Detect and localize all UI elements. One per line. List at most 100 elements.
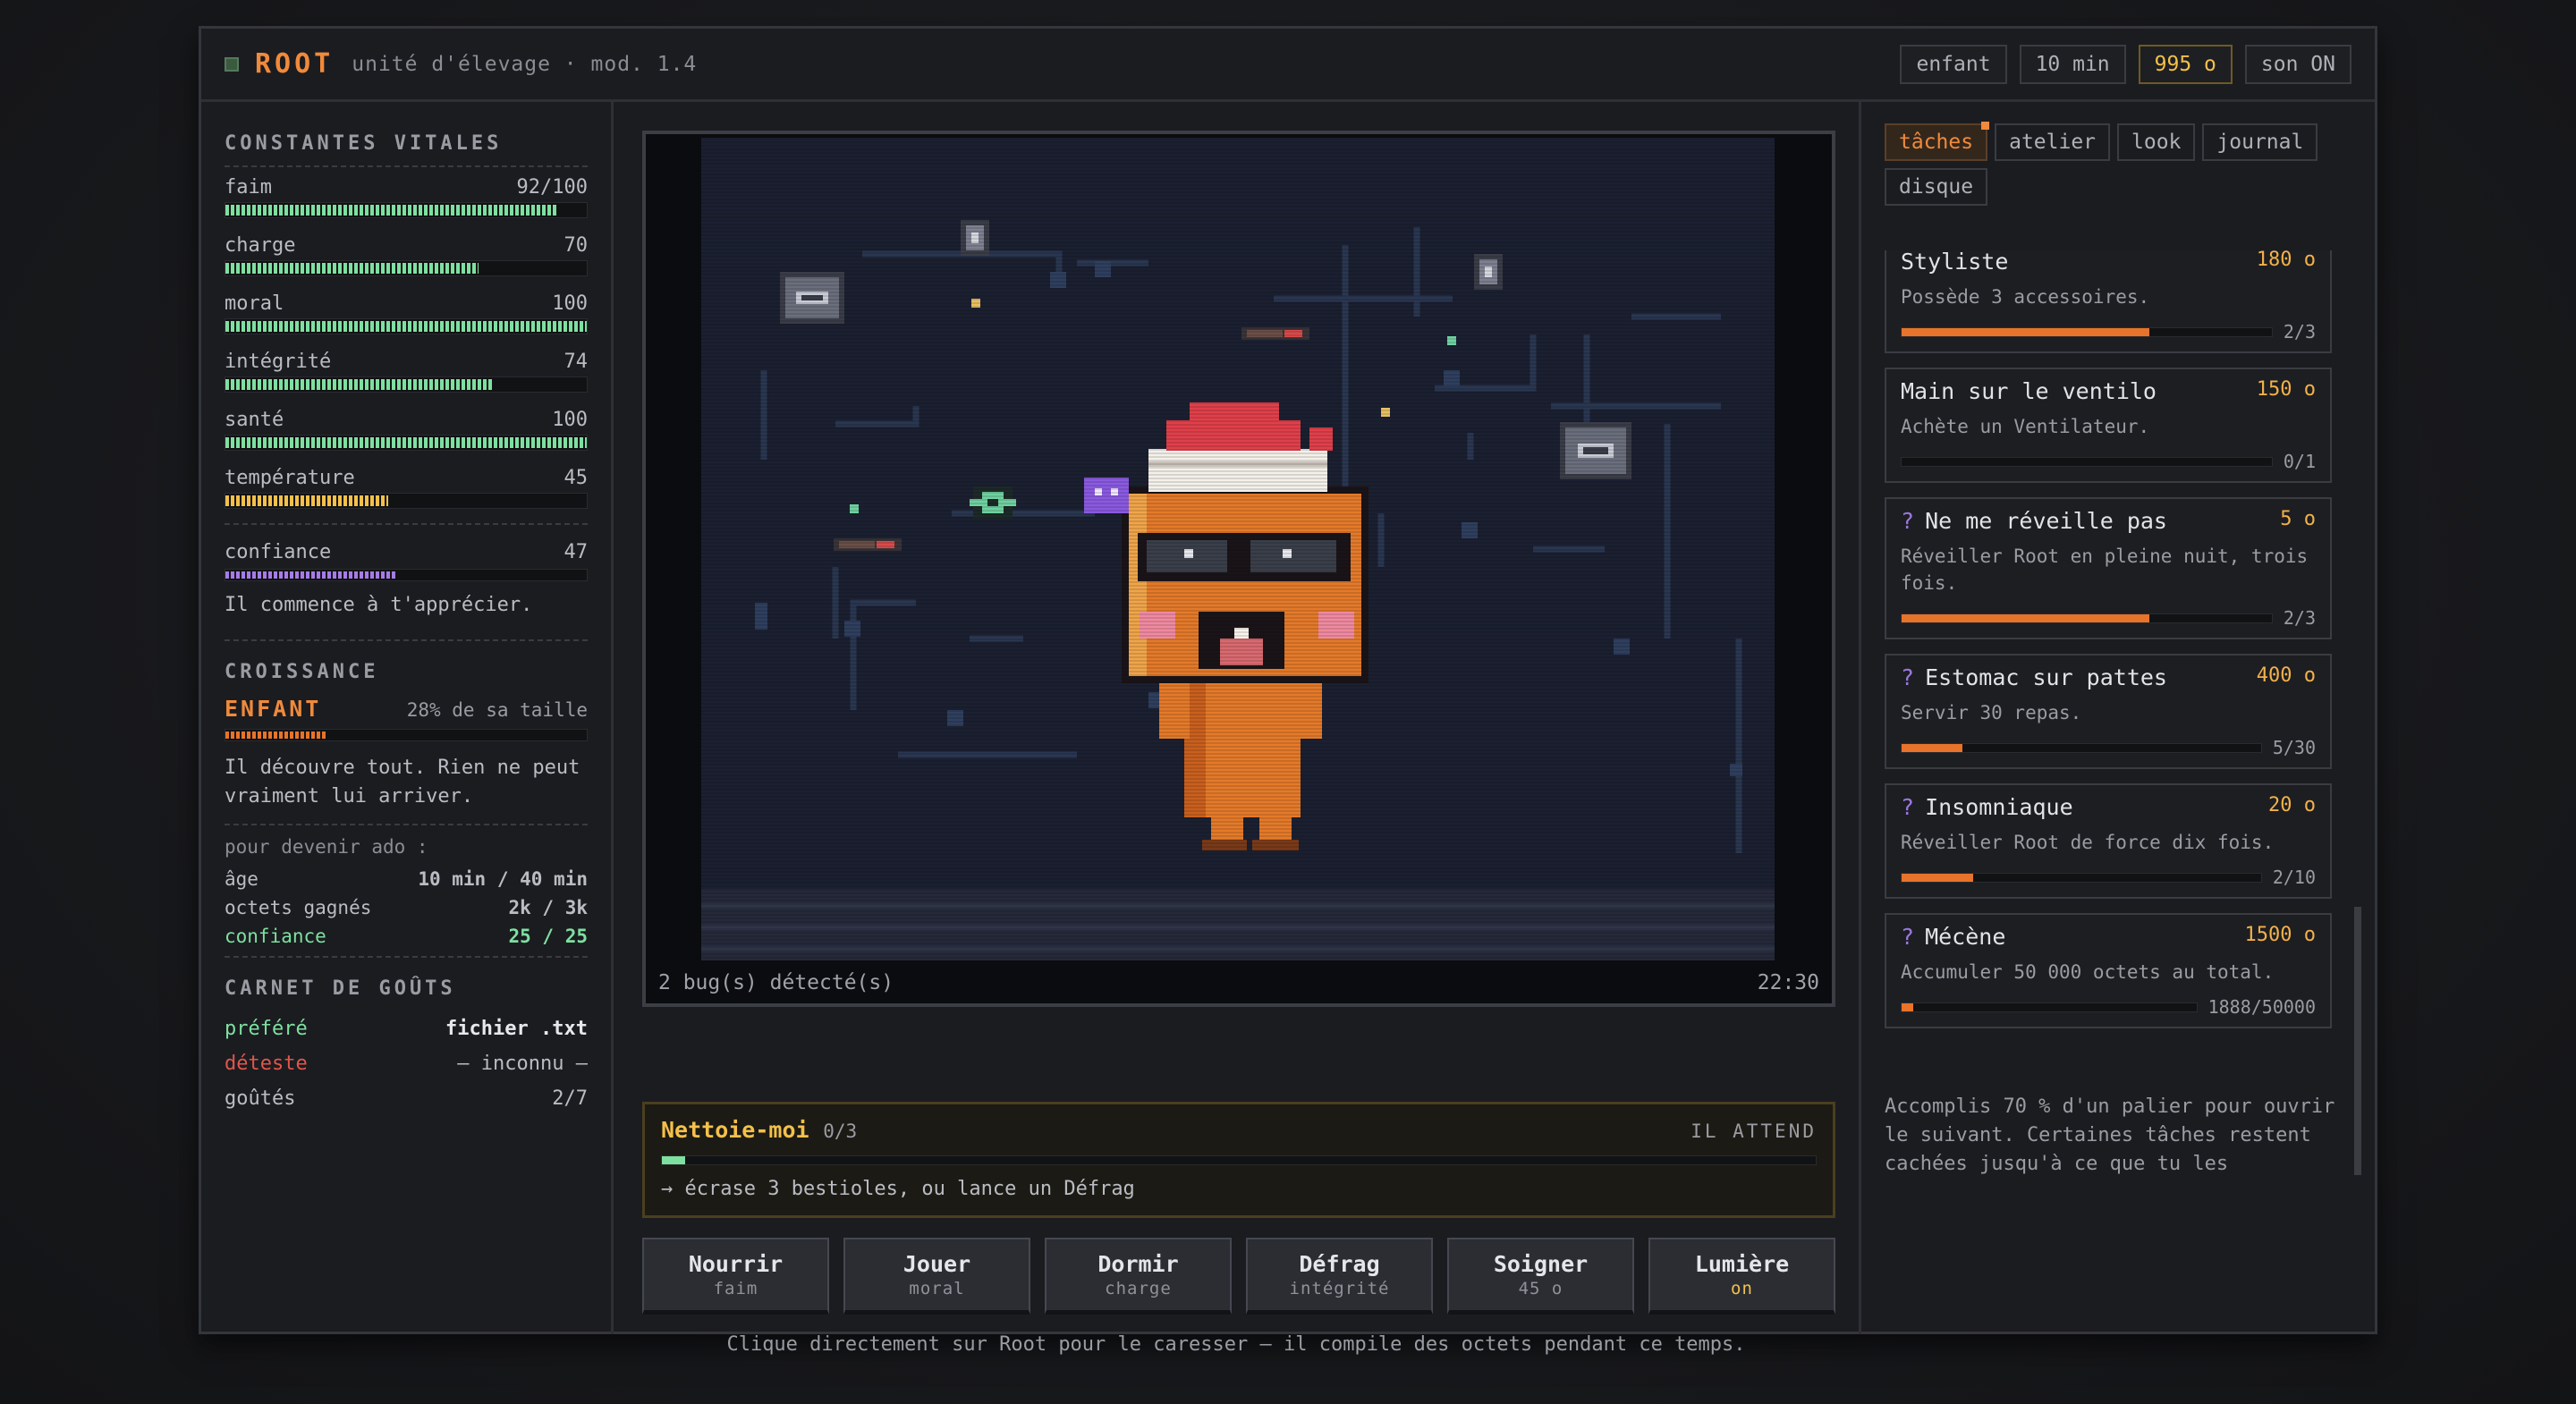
task-scrollbar[interactable] [2354, 907, 2361, 1175]
action-button-3[interactable]: Défrag intégrité [1246, 1238, 1433, 1315]
hated-label: déteste [225, 1053, 308, 1075]
vital-label: santé [225, 409, 284, 431]
vital-value: 100 [552, 409, 588, 431]
trust-value: 47 [564, 541, 589, 563]
stage-chip: enfant [1900, 44, 2007, 84]
tab-0[interactable]: tâches [1885, 122, 1990, 161]
left-panel: CONSTANTES VITALES faim 92/100 charge 70 mor… [201, 102, 614, 1334]
vital-label: moral [225, 292, 284, 315]
action-sublabel: on [1731, 1279, 1753, 1298]
quest-title: Nettoie-moi [661, 1117, 809, 1143]
quest-bar-fill [662, 1156, 685, 1164]
tastes-title: CARNET DE GOÛTS [225, 977, 456, 1000]
hated-value: — inconnu — [457, 1053, 588, 1075]
growth-stage: ENFANT [225, 696, 322, 722]
task-desc: Achète un Ventilateur. [1901, 416, 2150, 437]
task-progress: 1888/50000 [2207, 996, 2316, 1018]
action-button-1[interactable]: Jouer moral [843, 1238, 1030, 1315]
task-desc: Servir 30 repas. [1901, 702, 2082, 723]
task-progress-fill [1902, 873, 1974, 882]
action-button-4[interactable]: Soigner 45 o [1447, 1238, 1634, 1315]
task-progress: 5/30 [2272, 737, 2316, 758]
vitals-title: CONSTANTES VITALES [225, 132, 503, 155]
task-progress: 2/3 [2283, 607, 2316, 629]
task-progress-bar [1901, 456, 2273, 467]
action-label: Soigner [1493, 1251, 1589, 1277]
task-card[interactable]: Main sur le ventilo 150 o Achète un Ventil… [1885, 368, 2332, 483]
hidden-task-icon: ? [1901, 924, 1915, 950]
vital-bar [225, 493, 588, 509]
requirement-label: confiance [225, 926, 326, 947]
task-reward: 20 o [2268, 794, 2316, 816]
action-bar: Nourrir faim Jouer moral Dormir charge Défrag i… [642, 1238, 1835, 1315]
action-sublabel: intégrité [1289, 1279, 1390, 1298]
vital-stat: moral 100 [225, 292, 588, 334]
task-reward: 5 o [2280, 508, 2316, 530]
trust-note: Il commence à t'apprécier. [225, 594, 533, 616]
vital-value: 70 [564, 234, 589, 257]
vital-stat: intégrité 74 [225, 351, 588, 393]
action-button-0[interactable]: Nourrir faim [642, 1238, 829, 1315]
task-progress-fill [1902, 1002, 1914, 1011]
game-clock: 22:30 [1757, 971, 1819, 994]
action-sublabel: 45 o [1518, 1279, 1563, 1298]
vital-bar-fill [225, 321, 587, 332]
task-list[interactable]: Styliste 180 o Possède 3 accessoires. 2/3 Ma… [1885, 250, 2332, 1171]
quest-status: IL ATTEND [1690, 1121, 1817, 1142]
task-title: Insomniaque [1925, 794, 2073, 820]
status-led-icon [225, 56, 239, 72]
scene-art [701, 138, 1775, 960]
bug-count: 2 bug(s) détecté(s) [658, 971, 894, 994]
trust-bar [225, 569, 588, 581]
growth-bar [225, 729, 588, 741]
vital-bar [225, 318, 588, 334]
vital-value: 45 [564, 467, 589, 489]
growth-bar-fill [225, 732, 327, 739]
task-progress: 2/3 [2283, 321, 2316, 343]
task-title: Ne me réveille pas [1925, 508, 2167, 534]
tab-3[interactable]: journal [2202, 123, 2318, 161]
task-card[interactable]: ? Ne me réveille pas 5 o Réveiller Root en … [1885, 497, 2332, 639]
action-sublabel: faim [713, 1279, 758, 1298]
action-button-2[interactable]: Dormir charge [1045, 1238, 1232, 1315]
growth-requirement: octets gagnés 2k / 3k [225, 897, 588, 918]
vital-value: 100 [552, 292, 588, 315]
task-title: Main sur le ventilo [1901, 378, 2157, 404]
app-subtitle: unité d'élevage · mod. 1.4 [352, 52, 698, 76]
tab-2[interactable]: look [2117, 123, 2196, 161]
action-label: Dormir [1097, 1251, 1179, 1277]
task-progress: 0/1 [2283, 451, 2316, 472]
action-button-5[interactable]: Lumière on [1648, 1238, 1835, 1315]
requirement-value: 10 min / 40 min [418, 868, 588, 890]
tasted-value: 2/7 [552, 1087, 588, 1110]
vital-value: 92/100 [516, 176, 588, 199]
tab-1[interactable]: atelier [1995, 123, 2111, 161]
task-desc: Réveiller Root en pleine nuit, trois foi… [1901, 546, 2309, 594]
sound-toggle[interactable]: son ON [2244, 44, 2351, 84]
vital-stat: santé 100 [225, 409, 588, 451]
task-desc: Possède 3 accessoires. [1901, 286, 2150, 308]
task-card[interactable]: ? Insomniaque 20 o Réveiller Root de force … [1885, 783, 2332, 899]
task-progress-bar [1901, 872, 2262, 883]
hidden-task-icon: ? [1901, 508, 1915, 534]
action-sublabel: charge [1105, 1279, 1172, 1298]
tab-4[interactable]: disque [1885, 168, 1988, 206]
right-panel: tâches atelier look journal disque Styliste 1… [1861, 102, 2377, 1334]
vital-bar [225, 202, 588, 218]
vital-label: faim [225, 176, 272, 199]
tab-bar: tâches atelier look journal disque [1885, 122, 2350, 206]
task-card[interactable]: Styliste 180 o Possède 3 accessoires. 2/3 [1885, 250, 2332, 353]
age-chip: 10 min [2019, 44, 2126, 84]
task-card[interactable]: ? Estomac sur pattes 400 o Servir 30 repas.… [1885, 654, 2332, 769]
current-quest: Nettoie-moi 0/3 IL ATTEND → écrase 3 bes… [642, 1102, 1835, 1218]
center-panel: 2 bug(s) détecté(s) 22:30 Nettoie-moi 0/… [614, 102, 1861, 1356]
action-label: Jouer [902, 1251, 971, 1277]
task-card[interactable]: ? Mécène 1500 o Accumuler 50 000 octets au … [1885, 913, 2332, 1028]
quest-bar [661, 1155, 1817, 1165]
requirement-value: 2k / 3k [508, 897, 588, 918]
vital-label: charge [225, 234, 296, 257]
growth-desc: Il découvre tout. Rien ne peut vraiment … [225, 757, 580, 808]
app-window: ROOT unité d'élevage · mod. 1.4 enfant 1… [199, 26, 2377, 1356]
vital-bar [225, 260, 588, 276]
growth-title: CROISSANCE [225, 661, 379, 683]
